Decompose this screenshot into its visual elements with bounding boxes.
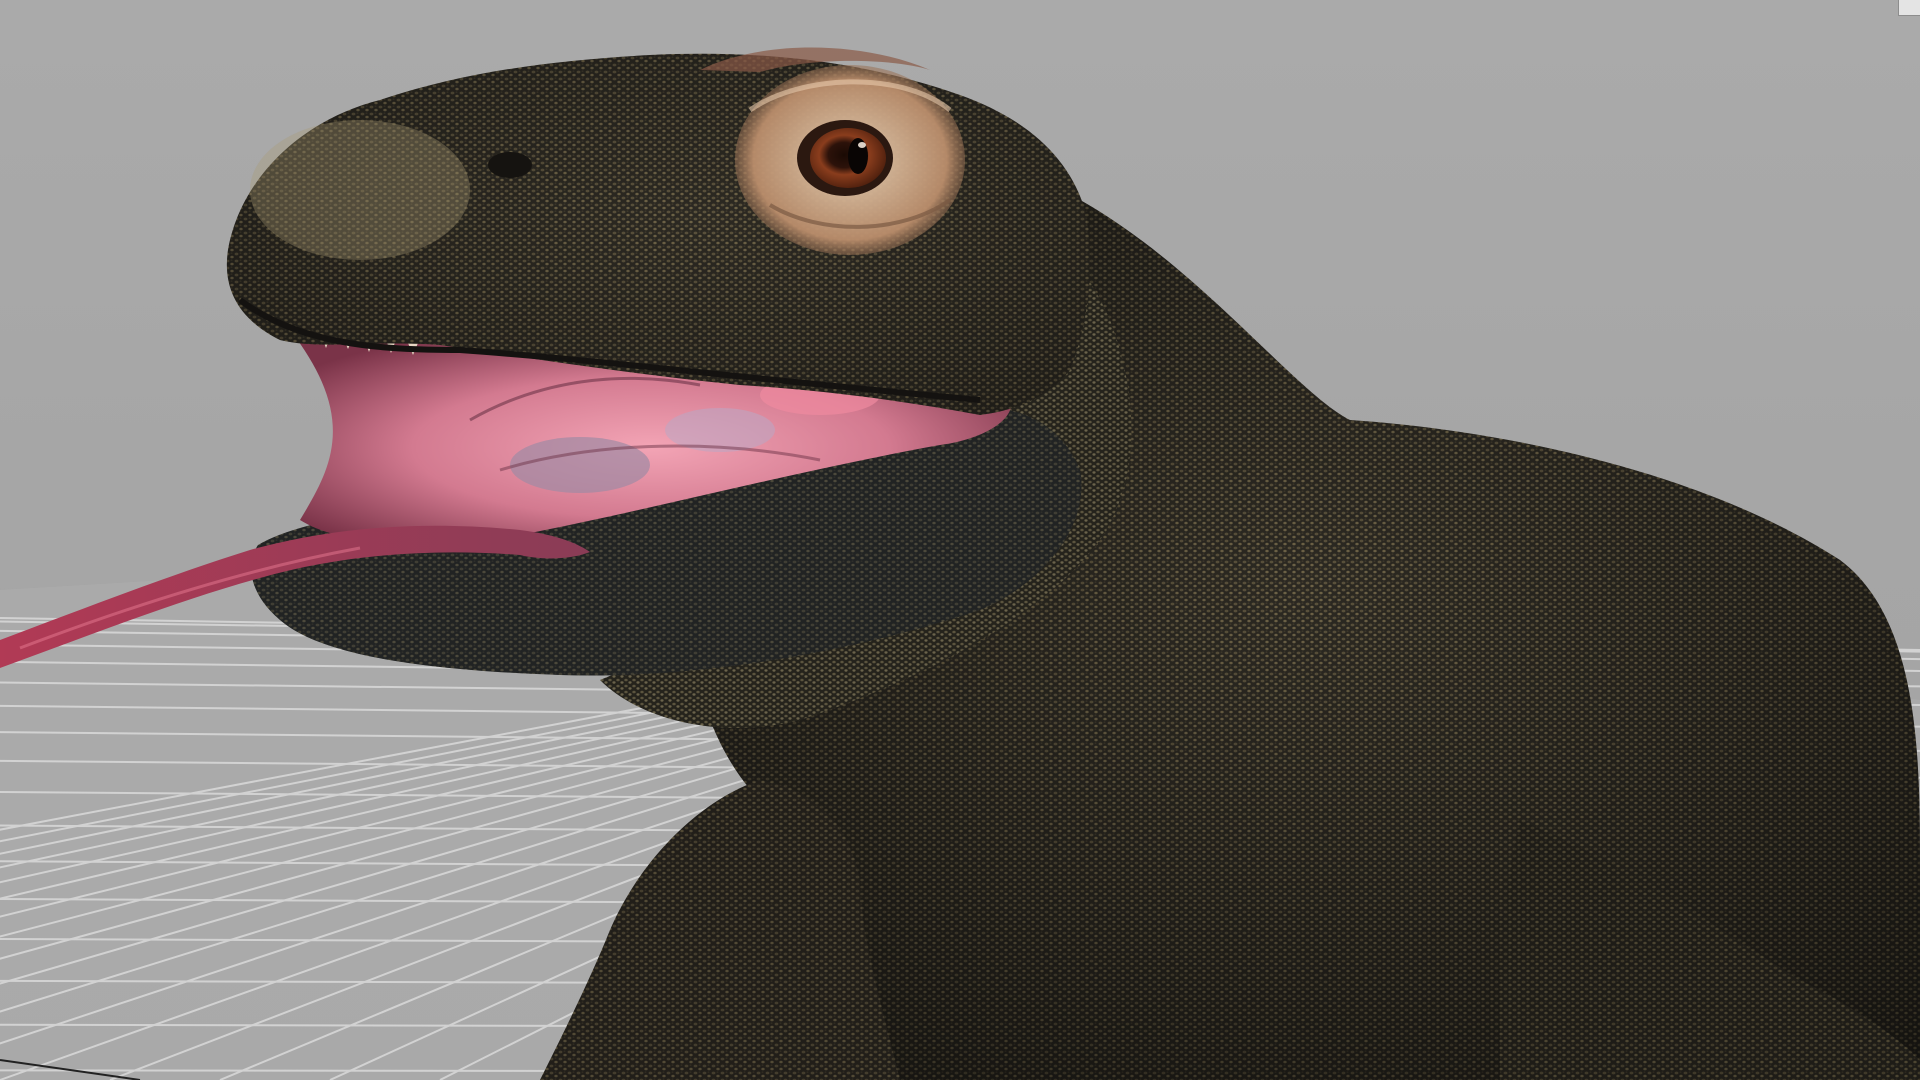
lizard-eye <box>735 65 965 255</box>
viewport-scene[interactable] <box>0 0 1920 1080</box>
lizard-nostril <box>488 152 532 178</box>
viewport-corner-handle-icon[interactable] <box>1898 0 1920 16</box>
3d-viewport[interactable] <box>0 0 1920 1080</box>
